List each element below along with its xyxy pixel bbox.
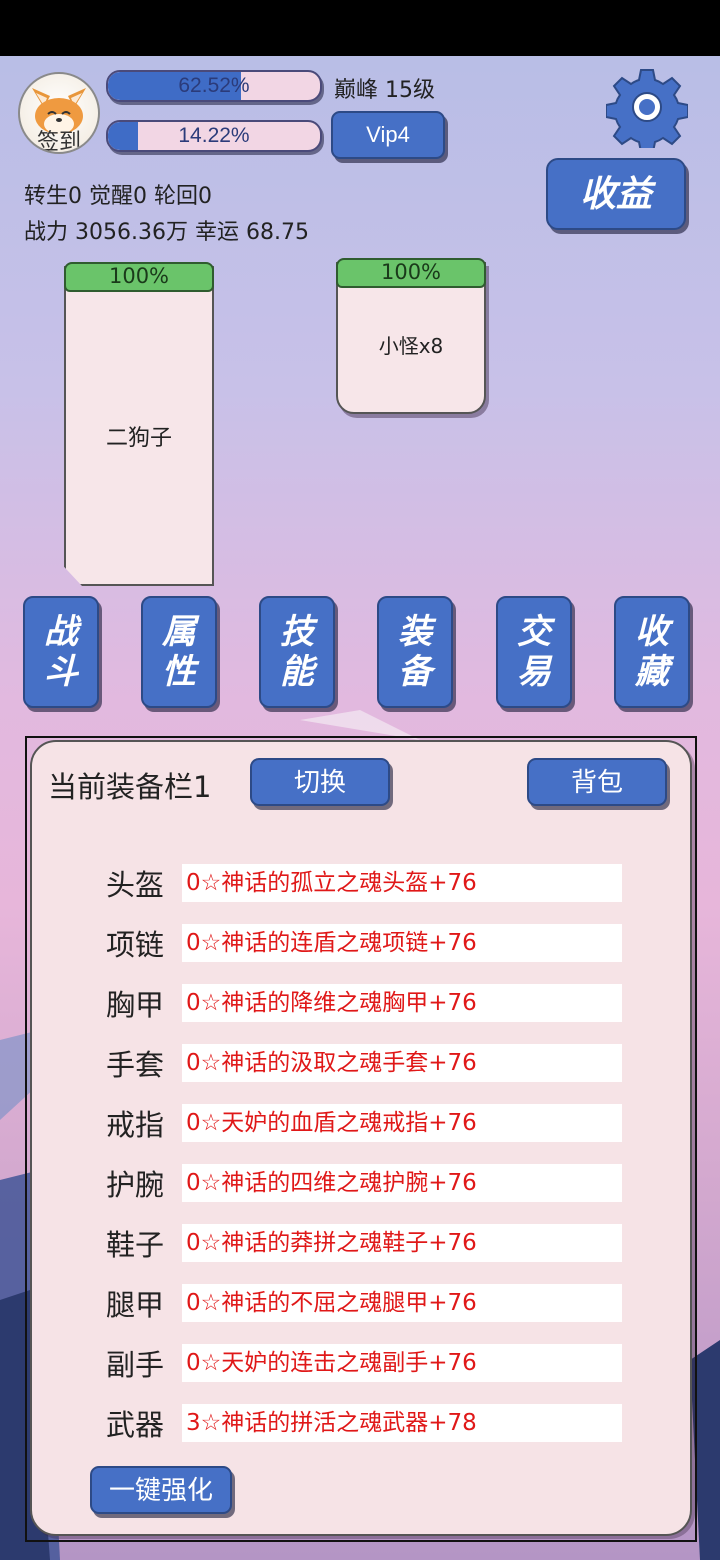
- slot-label: 护腕: [106, 1168, 165, 1202]
- bag-button[interactable]: 背包: [527, 758, 667, 806]
- slot-label: 胸甲: [106, 988, 165, 1022]
- exp-progress-text: 62.52%: [178, 74, 250, 97]
- menu-trade-button[interactable]: 交 易: [496, 596, 572, 708]
- menu-collection-button[interactable]: 收 藏: [614, 596, 690, 708]
- slot-item-value[interactable]: 0☆神话的降维之魂胸甲+76: [182, 984, 622, 1022]
- slot-label: 副手: [106, 1348, 165, 1382]
- enemy-hp-bar: 100%: [336, 258, 486, 288]
- rebirth-stats: 转生0 觉醒0 轮回0: [24, 184, 212, 209]
- slot-label: 项链: [106, 928, 165, 962]
- vip-label: Vip4: [366, 122, 410, 147]
- slot-item-value[interactable]: 0☆神话的连盾之魂项链+76: [182, 924, 622, 962]
- upgrade-all-label: 一键强化: [108, 1475, 213, 1505]
- menu-equipment-button[interactable]: 装 备: [377, 596, 453, 708]
- slot-label: 武器: [106, 1408, 165, 1442]
- switch-label: 切换: [293, 767, 346, 797]
- vip-button[interactable]: Vip4: [331, 111, 445, 159]
- slot-item-value[interactable]: 0☆神话的四维之魂护腕+76: [182, 1164, 622, 1202]
- slot-item-value[interactable]: 0☆神话的孤立之魂头盔+76: [182, 864, 622, 902]
- level-text: 巅峰 15级: [334, 78, 435, 103]
- enemy-hp-text: 100%: [380, 260, 442, 284]
- menu-label-line1: 战: [44, 612, 78, 652]
- equipment-panel: 当前装备栏1 切换 背包 头盔 0☆神话的孤立之魂头盔+76 项链 0☆神话的连盾之魂…: [30, 740, 692, 1536]
- second-progress-bar: 14.22%: [106, 120, 322, 152]
- second-progress-text: 14.22%: [178, 124, 250, 147]
- equipment-panel-title: 当前装备栏1: [48, 770, 212, 804]
- slot-item-value[interactable]: 0☆神话的汲取之魂手套+76: [182, 1044, 622, 1082]
- menu-label-line1: 技: [280, 612, 314, 652]
- menu-skills-button[interactable]: 技 能: [259, 596, 335, 708]
- menu-label-line2: 斗: [44, 652, 78, 692]
- game-screen: 签到 62.52% 巅峰 15级 14.22% Vip4 收益 转生0 觉醒0 …: [0, 0, 720, 1560]
- slot-item-value[interactable]: 0☆神话的莽拼之魂鞋子+76: [182, 1224, 622, 1262]
- player-hp-bar: 100%: [64, 262, 214, 292]
- slot-label: 腿甲: [106, 1288, 165, 1322]
- player-hp-text: 100%: [108, 264, 170, 288]
- menu-label-line1: 交: [517, 612, 551, 652]
- menu-label-line1: 属: [162, 612, 196, 652]
- player-name: 二狗子: [105, 426, 172, 451]
- enemy-name: 小怪x8: [378, 334, 444, 358]
- slot-item-value[interactable]: 0☆神话的不屈之魂腿甲+76: [182, 1284, 622, 1322]
- slot-item-value[interactable]: 0☆天妒的血盾之魂戒指+76: [182, 1104, 622, 1142]
- slot-label: 戒指: [106, 1108, 165, 1142]
- exp-progress-bar: 62.52%: [106, 70, 322, 102]
- upgrade-all-button[interactable]: 一键强化: [90, 1466, 232, 1514]
- menu-label-line2: 备: [398, 652, 432, 692]
- earnings-button[interactable]: 收益: [546, 158, 686, 230]
- switch-loadout-button[interactable]: 切换: [250, 758, 390, 806]
- menu-battle-button[interactable]: 战 斗: [23, 596, 99, 708]
- earnings-label: 收益: [579, 173, 652, 215]
- menu-label-line1: 收: [635, 612, 669, 652]
- player-card[interactable]: 二狗子: [64, 266, 214, 586]
- menu-label-line1: 装: [398, 612, 432, 652]
- menu-label-line2: 藏: [635, 652, 669, 692]
- slot-item-value[interactable]: 3☆神话的拼活之魂武器+78: [182, 1404, 622, 1442]
- slot-label: 头盔: [106, 868, 165, 902]
- menu-label-line2: 性: [162, 652, 196, 692]
- bag-label: 背包: [570, 767, 623, 797]
- avatar-signin[interactable]: 签到: [18, 72, 100, 154]
- power-luck-stats: 战力 3056.36万 幸运 68.75: [24, 220, 309, 245]
- menu-label-line2: 易: [517, 652, 551, 692]
- signin-label: 签到: [36, 129, 81, 154]
- menu-label-line2: 能: [280, 652, 314, 692]
- slot-label: 手套: [106, 1048, 165, 1082]
- gear-icon[interactable]: [606, 66, 688, 148]
- slot-label: 鞋子: [106, 1228, 165, 1262]
- slot-item-value[interactable]: 0☆天妒的连击之魂副手+76: [182, 1344, 622, 1382]
- menu-attributes-button[interactable]: 属 性: [141, 596, 217, 708]
